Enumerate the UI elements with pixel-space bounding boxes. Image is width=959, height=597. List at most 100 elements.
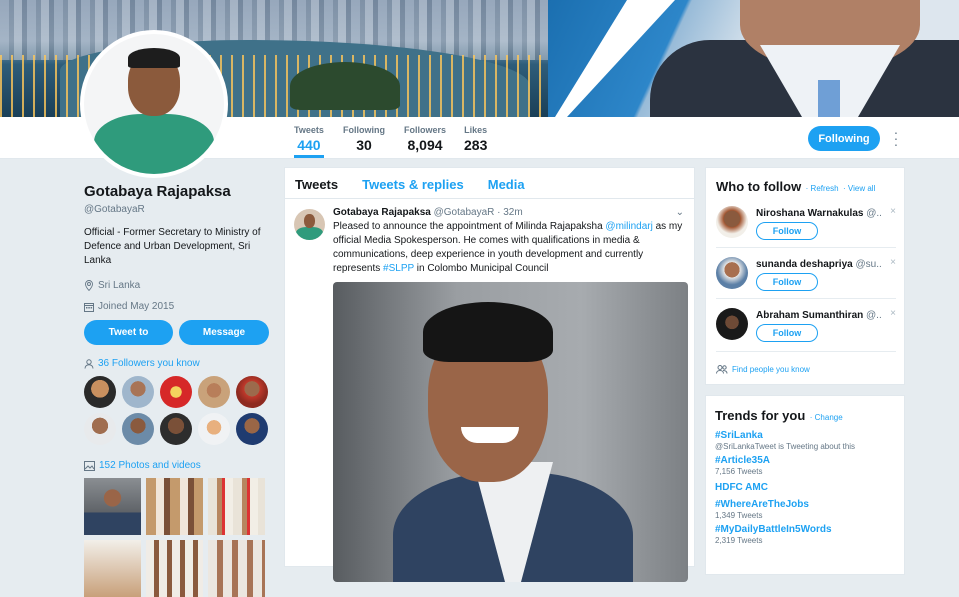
follower-avatar[interactable] [236,376,268,408]
photo-thumb[interactable] [146,540,203,597]
followers-grid [84,376,268,445]
stat-tweets[interactable]: Tweets 440 [294,125,324,158]
follower-avatar[interactable] [84,413,116,445]
stat-value: 30 [356,137,372,153]
photos-videos-link[interactable]: 152 Photos and videos [99,460,201,471]
timeline: Tweets Tweets & replies Media ⌄ Gotabaya… [284,167,695,582]
trend-item[interactable]: #WhereAreTheJobs 1,349 Tweets [706,499,904,520]
stat-label: Following [343,125,385,135]
followers-you-know-link[interactable]: 36 Followers you know [98,358,200,369]
trend-count: @SriLankaTweet is Tweeting about this [715,442,856,451]
follower-avatar[interactable] [160,413,192,445]
change-link[interactable]: · Change [810,413,843,422]
close-icon[interactable]: × [890,206,896,217]
follow-button[interactable]: Follow [756,324,818,342]
location-icon [85,280,93,291]
trend-tag[interactable]: HDFC AMC [715,482,895,493]
followers-you-know[interactable]: 36 Followers you know [84,358,200,369]
photo-thumb[interactable] [208,540,265,597]
tweet-image[interactable] [333,282,688,582]
tweet-avatar[interactable] [294,209,325,240]
close-icon[interactable]: × [890,308,896,319]
who-to-follow-title: Who to follow [716,179,802,194]
who-to-follow-card: Who to follow · Refresh · View all Niros… [705,167,905,385]
find-people-link[interactable]: Find people you know [732,365,810,374]
tweet-header: Gotabaya Rajapaksa @GotabayaR · 32m [333,207,686,218]
suggestion-name[interactable]: Abraham Sumanthiran @... [756,310,881,321]
find-people[interactable]: Find people you know [716,365,810,374]
photos-grid [84,478,265,597]
suggestion-avatar[interactable] [716,206,748,238]
profile-bio: Official - Former Secretary to Ministry … [84,227,261,266]
tweet-text-part: Pleased to announce the appointment of M… [333,221,606,232]
trend-item[interactable]: #Article35A 7,156 Tweets [706,455,904,476]
stat-likes[interactable]: Likes 283 [464,125,487,153]
follower-avatar[interactable] [84,376,116,408]
profile-location: Sri Lanka [84,280,270,291]
tweet-time[interactable]: · 32m [497,207,523,218]
stat-label: Tweets [294,125,324,135]
trend-tag[interactable]: #Article35A [715,455,895,466]
profile-joined: Joined May 2015 [84,301,270,312]
suggestion-avatar[interactable] [716,308,748,340]
photo-thumb[interactable] [84,478,141,535]
follower-avatar[interactable] [160,376,192,408]
photo-thumb[interactable] [146,478,203,535]
tweet-author[interactable]: Gotabaya Rajapaksa [333,207,431,218]
trend-tag[interactable]: #SriLanka [715,430,895,441]
stat-following[interactable]: Following 30 [343,125,385,153]
following-button[interactable]: Following [808,126,880,151]
trend-tag[interactable]: #MyDailyBattleIn5Words [715,524,895,535]
joined-text: Joined May 2015 [98,301,175,312]
more-options-icon[interactable]: · · · [892,125,900,151]
profile-actions: Tweet to Message [84,320,269,345]
timeline-tabs: Tweets Tweets & replies Media [285,168,694,199]
follow-button[interactable]: Follow [756,222,818,240]
trend-item[interactable]: HDFC AMC [706,482,904,493]
photo-thumb[interactable] [84,540,141,597]
tweet-text: Pleased to announce the appointment of M… [333,220,686,276]
tweet[interactable]: ⌄ Gotabaya Rajapaksa @GotabayaR · 32m Pl… [285,199,694,582]
person-icon [84,358,94,369]
trend-count: 2,319 Tweets [715,536,763,545]
profile-handle[interactable]: @GotabayaR [84,204,270,215]
follower-avatar[interactable] [122,413,154,445]
tab-media[interactable]: Media [488,168,525,198]
suggestion-name[interactable]: Niroshana Warnakulas @... [756,208,881,219]
trend-item[interactable]: #SriLanka @SriLankaTweet is Tweeting abo… [706,430,904,451]
tweet-to-button[interactable]: Tweet to [84,320,173,345]
tab-tweets-replies[interactable]: Tweets & replies [362,168,464,198]
stat-value: 440 [297,137,321,153]
follower-avatar[interactable] [122,376,154,408]
follower-avatar[interactable] [198,413,230,445]
people-icon [716,365,728,374]
tab-tweets[interactable]: Tweets [295,168,338,198]
tweet-handle[interactable]: @GotabayaR [434,207,495,218]
follow-button[interactable]: Follow [756,273,818,291]
suggestion-name[interactable]: sunanda deshapriya @su... [756,259,881,270]
chevron-down-icon[interactable]: ⌄ [676,207,684,218]
suggestion-item: Abraham Sumanthiran @... × Follow [716,308,896,356]
photo-thumb[interactable] [208,478,265,535]
follower-avatar[interactable] [236,413,268,445]
refresh-link[interactable]: · Refresh [806,184,839,193]
trend-count: 1,349 Tweets [715,511,763,520]
tweet-hashtag[interactable]: #SLPP [383,263,414,274]
photos-videos[interactable]: 152 Photos and videos [84,460,201,471]
close-icon[interactable]: × [890,257,896,268]
profile-name[interactable]: Gotabaya Rajapaksa [84,183,270,200]
trend-item[interactable]: #MyDailyBattleIn5Words 2,319 Tweets [706,524,904,545]
stat-followers[interactable]: Followers 8,094 [404,125,446,153]
trends-title: Trends for you [715,408,806,423]
image-icon [84,460,95,471]
tweet-text-part: in Colombo Municipal Council [413,263,549,274]
stat-label: Followers [404,125,447,135]
message-button[interactable]: Message [179,320,269,345]
tweet-mention[interactable]: @milindarj [605,221,652,232]
view-all-link[interactable]: · View all [843,184,875,193]
suggestion-avatar[interactable] [716,257,748,289]
location-text: Sri Lanka [98,280,141,291]
trend-tag[interactable]: #WhereAreTheJobs [715,499,895,510]
profile-avatar[interactable] [80,30,228,178]
follower-avatar[interactable] [198,376,230,408]
